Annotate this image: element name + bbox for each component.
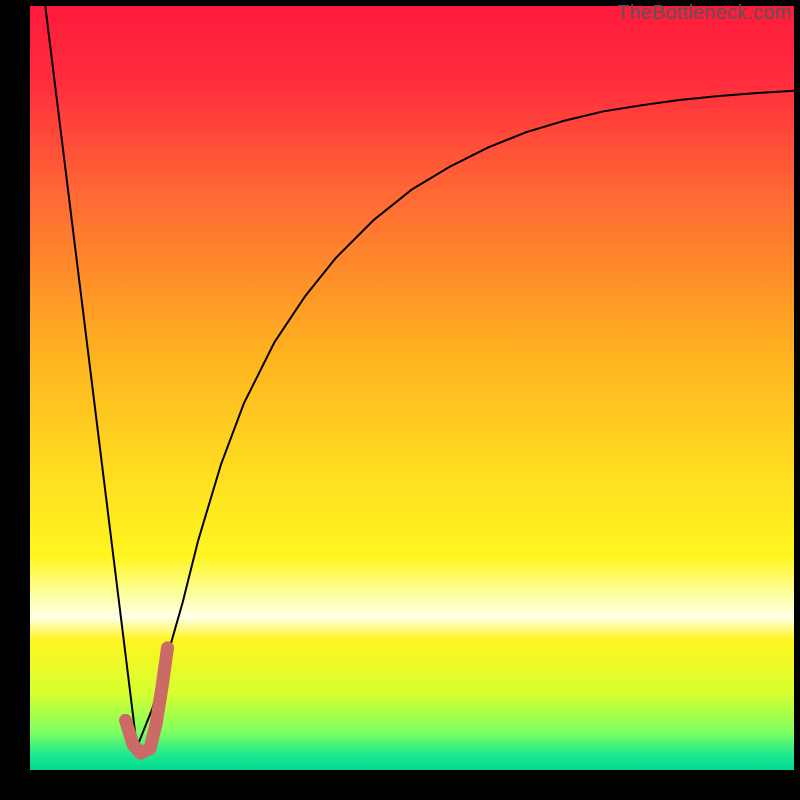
chart-frame: TheBottleneck.com	[0, 0, 800, 800]
gradient-background	[30, 6, 794, 770]
watermark-text: TheBottleneck.com	[617, 2, 792, 25]
plot-area	[30, 6, 794, 770]
